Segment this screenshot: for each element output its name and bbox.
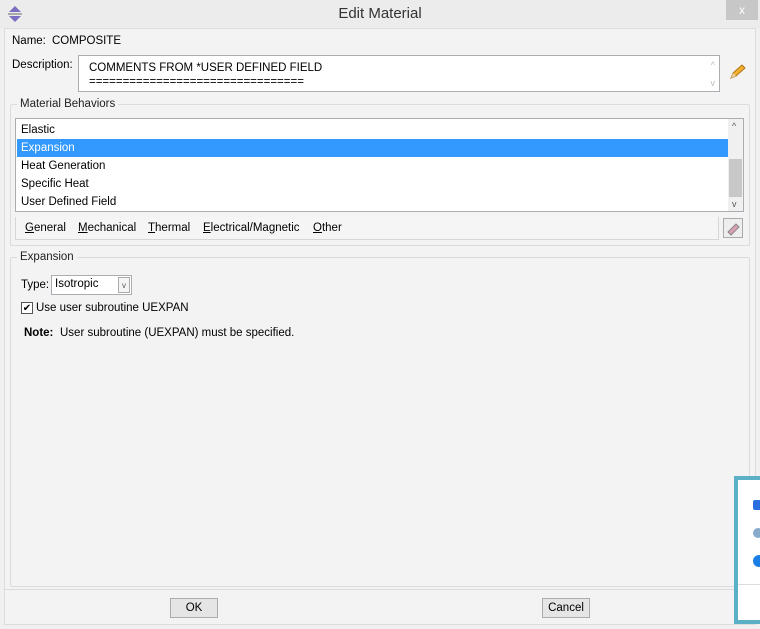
layers-icon[interactable]	[753, 500, 760, 510]
chevron-down-icon[interactable]: v	[118, 277, 130, 293]
scroll-down-icon[interactable]: v	[732, 199, 737, 209]
shield-icon[interactable]	[753, 555, 760, 567]
menu-electrical-magnetic[interactable]: Electrical/Magnetic	[203, 222, 300, 234]
title-bar: Edit Material x	[0, 0, 760, 28]
description-line: ================================	[89, 76, 304, 88]
menu-general[interactable]: General	[25, 222, 66, 234]
list-item[interactable]: Elastic	[17, 121, 728, 139]
note-label: Note:	[24, 327, 54, 339]
close-button[interactable]: x	[726, 0, 758, 20]
material-behaviors-legend: Material Behaviors	[20, 98, 116, 110]
list-item-selected[interactable]: Expansion	[17, 139, 728, 157]
side-popup	[734, 476, 760, 624]
behavior-menu-bar: General Mechanical Thermal Electrical/Ma…	[15, 217, 719, 240]
uexpan-checkbox[interactable]: ✔	[21, 302, 33, 314]
eraser-icon	[727, 223, 740, 236]
uexpan-checkbox-label[interactable]: Use user subroutine UEXPAN	[36, 302, 189, 314]
popup-divider	[738, 584, 760, 585]
expansion-legend: Expansion	[20, 251, 74, 263]
type-label: Type:	[21, 279, 50, 291]
description-label: Description:	[12, 59, 73, 71]
name-value: COMPOSITE	[52, 35, 122, 47]
scroll-down-icon[interactable]: v	[711, 76, 716, 90]
menu-other[interactable]: Other	[313, 222, 342, 234]
behaviors-list[interactable]: Elastic Expansion Heat Generation Specif…	[15, 118, 744, 212]
delete-behavior-button[interactable]	[723, 218, 743, 238]
menu-thermal[interactable]: Thermal	[148, 222, 190, 234]
edit-pencil-icon[interactable]	[728, 63, 746, 81]
description-field[interactable]: COMMENTS FROM *USER DEFINED FIELD ======…	[78, 55, 720, 92]
list-item[interactable]: Specific Heat	[17, 175, 728, 193]
scroll-up-icon[interactable]: ^	[711, 58, 715, 72]
menu-mechanical[interactable]: Mechanical	[78, 222, 136, 234]
ok-button[interactable]: OK	[170, 598, 218, 618]
note-text: User subroutine (UEXPAN) must be specifi…	[60, 327, 295, 339]
cloud-icon[interactable]	[753, 528, 760, 538]
description-line: COMMENTS FROM *USER DEFINED FIELD	[89, 62, 323, 74]
divider	[4, 589, 756, 590]
scroll-up-icon[interactable]: ^	[732, 121, 736, 131]
list-item[interactable]: User Defined Field	[17, 193, 728, 211]
scrollbar-thumb[interactable]	[729, 159, 742, 197]
list-item[interactable]: Heat Generation	[17, 157, 728, 175]
cancel-button[interactable]: Cancel	[542, 598, 590, 618]
name-label: Name:	[12, 35, 46, 47]
window-title: Edit Material	[338, 5, 422, 22]
